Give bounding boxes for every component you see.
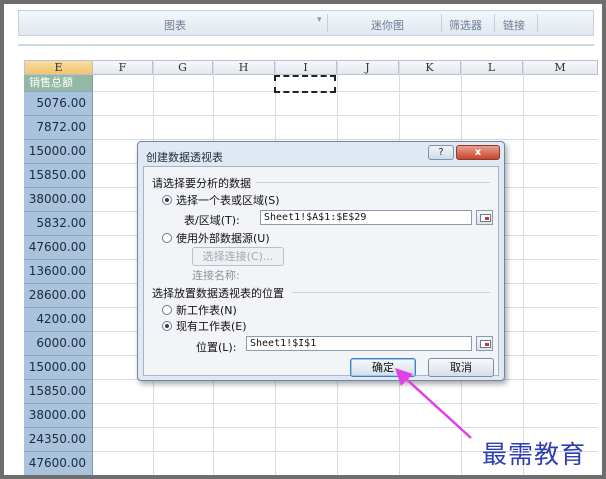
location-label: 位置(L): bbox=[196, 341, 237, 354]
location-picker-icon[interactable] bbox=[476, 336, 493, 351]
radio-unselected-icon[interactable] bbox=[162, 305, 172, 315]
data-cell[interactable]: 15000.00 bbox=[24, 140, 93, 164]
watermark-text: 最需教育 bbox=[482, 440, 587, 469]
option-table-range-label: 选择一个表或区域(S) bbox=[176, 194, 280, 207]
ribbon-separator bbox=[441, 14, 442, 32]
screenshot-frame: 图表 ▾ 迷你图 筛选器 链接 E F G H I J K L M 销售总额 5… bbox=[4, 4, 602, 475]
table-row: 38000.00 bbox=[24, 404, 598, 428]
ribbon-group-filter[interactable]: 筛选器 bbox=[449, 17, 482, 33]
section-divider bbox=[256, 182, 490, 183]
table-range-input[interactable]: Sheet1!$A$1:$E$29 bbox=[260, 210, 472, 225]
ribbon-separator bbox=[537, 14, 538, 32]
data-cell[interactable]: 47600.00 bbox=[24, 236, 93, 260]
section-data-label: 请选择要分析的数据 bbox=[152, 177, 251, 190]
data-cell[interactable]: 4200.00 bbox=[24, 308, 93, 332]
ribbon-expand-icon[interactable]: ▾ bbox=[317, 15, 322, 25]
ribbon-separator bbox=[494, 14, 495, 32]
data-cell[interactable]: 15850.00 bbox=[24, 164, 93, 188]
data-cell[interactable]: 38000.00 bbox=[24, 404, 93, 428]
ribbon-group-sparkline[interactable]: 迷你图 bbox=[371, 17, 404, 33]
section-divider bbox=[292, 292, 490, 293]
ribbon-group-chart[interactable]: 图表 bbox=[164, 17, 186, 33]
column-header-g[interactable]: G bbox=[153, 60, 213, 75]
data-cell[interactable]: 28600.00 bbox=[24, 284, 93, 308]
range-picker-icon[interactable] bbox=[476, 210, 493, 225]
choose-connection-button[interactable]: 选择连接(C)... bbox=[192, 247, 284, 266]
column-header-m[interactable]: M bbox=[523, 60, 598, 75]
option-new-sheet[interactable]: 新工作表(N) bbox=[162, 302, 237, 318]
option-table-range[interactable]: 选择一个表或区域(S) bbox=[162, 192, 280, 208]
data-cell[interactable]: 7872.00 bbox=[24, 116, 93, 140]
arrow-shaft bbox=[402, 375, 472, 439]
radio-unselected-icon[interactable] bbox=[162, 233, 172, 243]
column-header-k[interactable]: K bbox=[399, 60, 461, 75]
option-external-source[interactable]: 使用外部数据源(U) bbox=[162, 230, 270, 246]
data-cell[interactable]: 24350.00 bbox=[24, 428, 93, 452]
column-header-i[interactable]: I bbox=[275, 60, 337, 75]
data-cell[interactable]: 15000.00 bbox=[24, 356, 93, 380]
data-cell[interactable]: 38000.00 bbox=[24, 188, 93, 212]
create-pivot-dialog: 创建数据透视表 ? x 请选择要分析的数据 选择一个表或区域(S) 表/区域(T… bbox=[137, 141, 505, 381]
column-header-l[interactable]: L bbox=[461, 60, 523, 75]
radio-selected-icon[interactable] bbox=[162, 321, 172, 331]
option-existing-sheet-label: 现有工作表(E) bbox=[176, 320, 247, 333]
data-cell[interactable]: 6000.00 bbox=[24, 332, 93, 356]
option-existing-sheet[interactable]: 现有工作表(E) bbox=[162, 318, 247, 334]
header-cell[interactable]: 销售总额 bbox=[24, 75, 93, 92]
table-row: 15850.00 bbox=[24, 380, 598, 404]
dialog-body: 请选择要分析的数据 选择一个表或区域(S) 表/区域(T): Sheet1!$A… bbox=[143, 166, 499, 377]
dialog-title: 创建数据透视表 bbox=[146, 151, 223, 164]
connection-name-label: 连接名称: bbox=[192, 269, 240, 282]
column-header-f[interactable]: F bbox=[93, 60, 153, 75]
table-range-label: 表/区域(T): bbox=[184, 214, 240, 227]
option-new-sheet-label: 新工作表(N) bbox=[176, 304, 237, 317]
annotation-arrow-icon bbox=[395, 368, 472, 439]
copy-marquee-i1[interactable] bbox=[274, 75, 336, 93]
column-header-h[interactable]: H bbox=[213, 60, 275, 75]
section-location-label: 选择放置数据透视表的位置 bbox=[152, 287, 284, 300]
ribbon-separator bbox=[327, 14, 328, 32]
ribbon-group-link[interactable]: 链接 bbox=[503, 17, 525, 33]
table-row: 5076.00 bbox=[24, 92, 598, 116]
column-header-e[interactable]: E bbox=[24, 60, 93, 75]
option-external-label: 使用外部数据源(U) bbox=[176, 232, 270, 245]
data-cell[interactable]: 15850.00 bbox=[24, 380, 93, 404]
data-cell[interactable]: 5076.00 bbox=[24, 92, 93, 116]
help-button[interactable]: ? bbox=[428, 145, 454, 160]
data-cell[interactable]: 47600.00 bbox=[24, 452, 93, 475]
data-cell[interactable]: 13600.00 bbox=[24, 260, 93, 284]
close-button[interactable]: x bbox=[456, 145, 500, 160]
radio-selected-icon[interactable] bbox=[162, 195, 172, 205]
column-header-j[interactable]: J bbox=[337, 60, 399, 75]
ribbon-rule bbox=[18, 44, 594, 46]
ribbon: 图表 ▾ 迷你图 筛选器 链接 bbox=[18, 10, 594, 36]
data-cell[interactable]: 5832.00 bbox=[24, 212, 93, 236]
location-input[interactable]: Sheet1!$I$1 bbox=[246, 336, 472, 351]
table-row: 7872.00 bbox=[24, 116, 598, 140]
